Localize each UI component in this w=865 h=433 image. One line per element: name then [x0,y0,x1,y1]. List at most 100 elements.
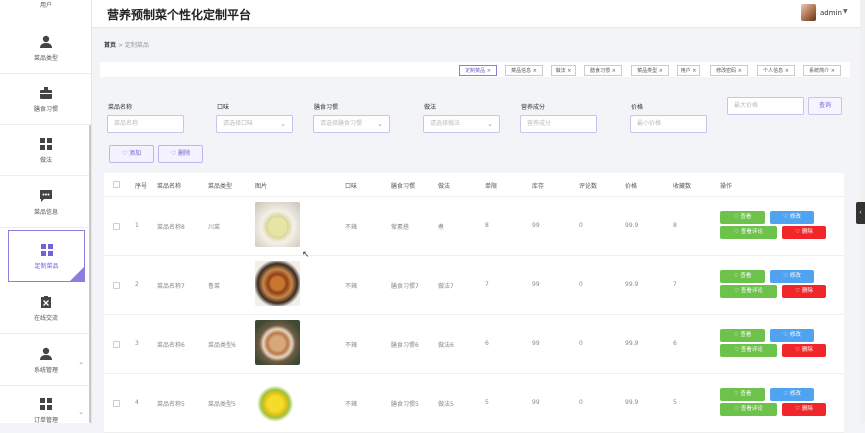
sidebar-item-custom-dish[interactable]: 定制菜品 [8,230,85,282]
row-checkbox[interactable] [113,223,120,230]
cell-name: 菜品名称5 [157,401,185,408]
chevron-down-icon: ⌄ [487,120,493,128]
cell-limit: 5 [485,399,489,406]
view-button[interactable]: ♡ 查看 [720,388,765,401]
sidebar-scrollbar[interactable] [89,125,91,423]
sidebar-item-method[interactable]: 做法 [0,126,91,176]
delete-button[interactable]: ♡ 删除 [158,145,203,163]
chat-icon [39,189,53,203]
person-icon [39,35,53,49]
tag-dish-type[interactable]: 菜品类型 × [631,65,669,76]
row-checkbox[interactable] [113,282,120,289]
delete-row-button[interactable]: ♡ 删除 [782,285,826,298]
delete-row-button[interactable]: ♡ 删除 [782,344,826,357]
row-checkbox[interactable] [113,341,120,348]
view-comments-button[interactable]: ♡ 查看评论 [720,344,777,357]
cell-method: 做法6 [438,342,454,349]
cell-favorites: 5 [673,399,677,406]
cell-type: 菜品类型5 [208,401,236,408]
edit-button[interactable]: ♡ 修改 [770,270,814,283]
col-diet: 膳食习惯 [391,183,416,190]
dish-image [255,379,300,424]
view-button[interactable]: ♡ 查看 [720,270,765,283]
grid-icon [39,137,53,151]
method-select-placeholder: 请选择做法 [430,120,461,127]
view-button[interactable]: ♡ 查看 [720,329,765,342]
edit-button[interactable]: ♡ 修改 [770,211,814,224]
cell-stock: 99 [532,340,540,347]
cell-taste: 不辣 [345,224,358,231]
avatar[interactable] [801,4,816,21]
row-checkbox[interactable] [113,400,120,407]
cell-stock: 99 [532,222,540,229]
add-button[interactable]: ♡ 添加 [109,145,154,163]
tag-profile[interactable]: 个人信息 × [757,65,795,76]
sidebar-item-label[interactable]: 用户 [0,0,91,9]
cell-index: 1 [135,222,139,229]
max-price-input[interactable]: 最大价格 [727,97,804,115]
cell-limit: 6 [485,340,489,347]
delete-row-button[interactable]: ♡ 删除 [782,403,826,416]
cell-method: 做法7 [438,283,454,290]
cell-name: 菜品名称7 [157,283,185,290]
breadcrumb-home[interactable]: 首页 [104,42,116,49]
taste-select-placeholder: 请选择口味 [223,120,254,127]
cell-diet: 膳食习惯5 [391,401,419,408]
view-comments-button[interactable]: ♡ 查看评论 [720,403,777,416]
page-title: 营养预制菜个性化定制平台 [107,8,252,22]
person-icon [39,347,53,361]
cell-diet: 膳食习惯7 [391,283,419,290]
tag-system-intro[interactable]: 系统简介 × [803,65,841,76]
col-taste: 口味 [345,183,358,190]
tag-diet-habit[interactable]: 膳食习惯 × [584,65,622,76]
edit-button[interactable]: ♡ 修改 [770,388,814,401]
sidebar-item-chat[interactable]: 在线交流 [0,284,91,334]
tag-method[interactable]: 做法 × [551,65,576,76]
taste-select[interactable]: 请选择口味 ⌄ [216,115,293,133]
diet-select[interactable]: 请选择膳食习惯 ⌄ [313,115,390,133]
tag-user[interactable]: 用户 × [677,65,700,76]
breadcrumb-current: 定制菜品 [124,42,149,49]
view-button[interactable]: ♡ 查看 [720,211,765,224]
view-comments-button[interactable]: ♡ 查看评论 [720,226,777,239]
dish-name-input[interactable]: 菜品名称 [107,115,184,133]
tray-icon [39,86,53,100]
tag-custom-dish[interactable]: 定制菜品 × [459,65,497,76]
cell-type: 川菜 [208,224,221,231]
delete-row-button[interactable]: ♡ 删除 [782,226,826,239]
sidebar-item-label: 做法 [39,157,52,164]
chevron-down-icon: ⌄ [78,408,84,416]
filter-label-name: 菜品名称 [108,104,133,111]
min-price-input[interactable]: 最小价格 [630,115,707,133]
sidebar-item-dish-info[interactable]: 菜品信息 [0,178,91,228]
search-button[interactable]: 查询 [808,97,842,115]
cell-comments: 0 [579,281,583,288]
sidebar-item-diet-habit[interactable]: 膳食习惯 [0,75,91,125]
tag-change-password[interactable]: 修改密码 × [710,65,748,76]
username[interactable]: admin [820,9,842,17]
cell-comments: 0 [579,222,583,229]
cell-favorites: 8 [673,222,677,229]
filter-label-diet: 膳食习惯 [314,104,339,111]
method-select[interactable]: 请选择做法 ⌄ [423,115,500,133]
col-price: 价格 [625,183,638,190]
col-type: 菜品类型 [208,183,233,190]
nutrition-input[interactable]: 营养成分 [520,115,597,133]
cell-method: 煮 [438,224,445,231]
dish-image [255,202,300,247]
select-all-checkbox[interactable] [113,181,120,188]
edit-button[interactable]: ♡ 修改 [770,329,814,342]
side-collapse-tab[interactable]: ‹ [856,202,865,224]
table-row: 4 菜品名称5 菜品类型5 不辣 膳食习惯5 做法5 5 99 0 99.9 5… [104,374,844,433]
sidebar-item-orders[interactable]: 订单管理 ⌄ [0,386,91,423]
breadcrumb: 首页 > 定制菜品 [104,40,149,49]
sidebar-item-dish-type[interactable]: 菜品类型 [0,24,91,74]
chevron-down-icon: ⌄ [78,358,84,366]
tag-dish-info[interactable]: 菜品信息 × [505,65,543,76]
sidebar-item-system[interactable]: 系统管理 ⌄ [0,336,91,386]
active-corner [70,267,84,281]
caret-down-icon[interactable]: ▼ [843,8,848,15]
filter-label-taste: 口味 [217,104,230,111]
view-comments-button[interactable]: ♡ 查看评论 [720,285,777,298]
col-name: 菜品名称 [157,183,182,190]
